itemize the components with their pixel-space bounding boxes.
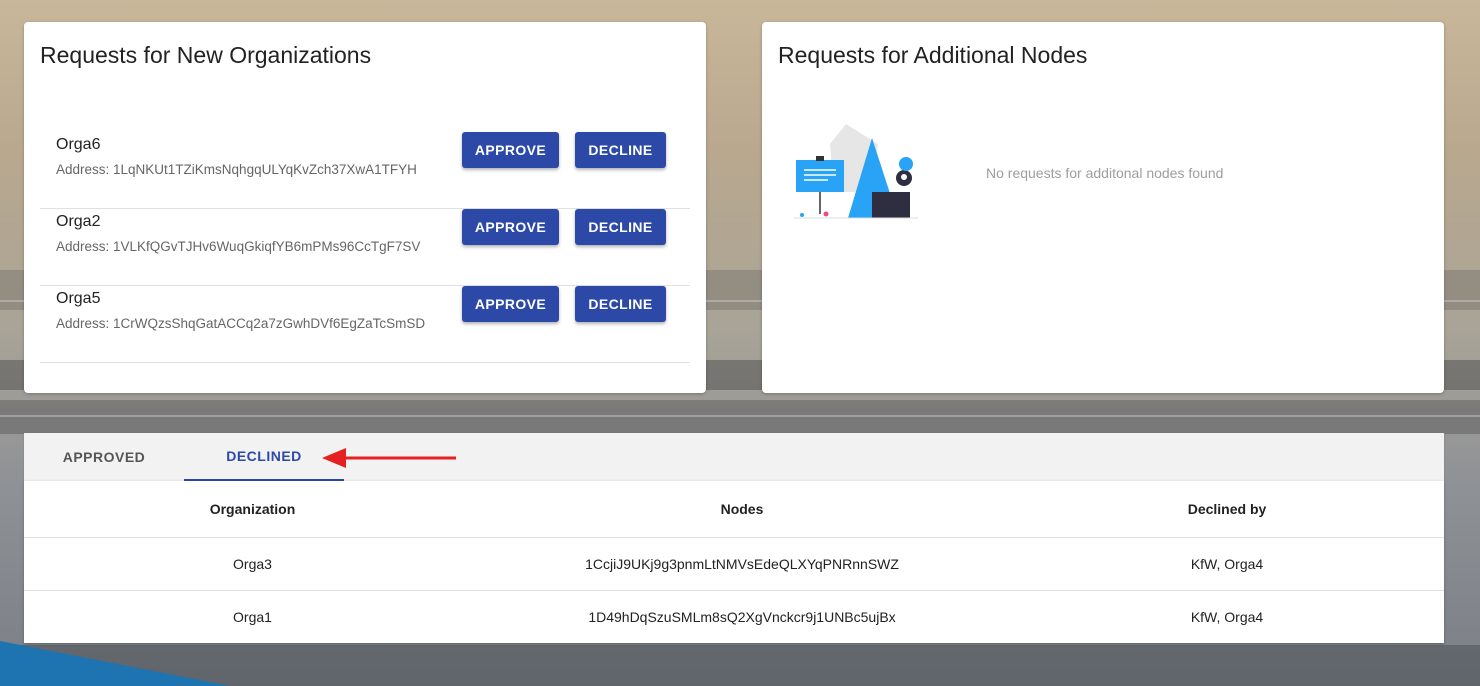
organization-request-row: Orga5 Address: 1CrWQzsShqGatACCq2a7zGwhD… bbox=[40, 286, 690, 363]
no-requests-message: No requests for additonal nodes found bbox=[986, 165, 1224, 181]
additional-nodes-title: Requests for Additional Nodes bbox=[778, 42, 1088, 68]
organization-request-row: Orga6 Address: 1LqNKUt1TZiKmsNqhgqULYqKv… bbox=[40, 132, 690, 209]
organization-address: Address: 1VLKfQGvTJHv6WuqGkiqfYB6mPMs96C… bbox=[56, 239, 421, 254]
header-organization: Organization bbox=[209, 501, 296, 517]
organization-request-list: Orga6 Address: 1LqNKUt1TZiKmsNqhgqULYqKv… bbox=[40, 132, 690, 363]
approve-button[interactable]: APPROVE bbox=[462, 209, 559, 245]
approve-button[interactable]: APPROVE bbox=[462, 286, 559, 322]
table-row: Orga3 1CcjiJ9UKj9g3pnmLtNMVsEdeQLXYqPNRn… bbox=[24, 538, 1444, 591]
new-organizations-title: Requests for New Organizations bbox=[40, 42, 372, 68]
organization-request-row: Orga2 Address: 1VLKfQGvTJHv6WuqGkiqfYB6m… bbox=[40, 209, 690, 286]
approve-button[interactable]: APPROVE bbox=[462, 132, 559, 168]
red-arrow-annotation-icon bbox=[322, 448, 456, 468]
decline-button[interactable]: DECLINE bbox=[575, 132, 666, 168]
empty-state-illustration-icon bbox=[794, 124, 918, 219]
organization-name: Orga5 bbox=[56, 290, 101, 307]
table-row: Orga1 1D49hDqSzuSMLm8sQ2XgVnckcr9j1UNBc5… bbox=[24, 591, 1444, 643]
decline-button[interactable]: DECLINE bbox=[575, 209, 666, 245]
tab-approved[interactable]: APPROVED bbox=[24, 433, 184, 481]
table-header-row: Organization Nodes Declined by bbox=[24, 481, 1444, 538]
new-organizations-card: Requests for New Organizations Orga6 Add… bbox=[24, 22, 706, 393]
status-tabs: APPROVED DECLINED bbox=[24, 433, 1444, 481]
nodes-cell: 1D49hDqSzuSMLm8sQ2XgVnckcr9j1UNBc5ujBx bbox=[588, 609, 896, 625]
organization-cell: Orga1 bbox=[233, 609, 272, 625]
header-nodes: Nodes bbox=[720, 501, 764, 517]
decline-button[interactable]: DECLINE bbox=[575, 286, 666, 322]
organization-cell: Orga3 bbox=[233, 556, 272, 572]
organization-address: Address: 1CrWQzsShqGatACCq2a7zGwhDVf6EgZ… bbox=[56, 316, 426, 331]
header-declined-by: Declined by bbox=[1187, 501, 1267, 517]
organization-name: Orga2 bbox=[56, 213, 101, 230]
declined-table: Organization Nodes Declined by Orga3 1Cc… bbox=[24, 481, 1444, 643]
nodes-cell: 1CcjiJ9UKj9g3pnmLtNMVsEdeQLXYqPNRnnSWZ bbox=[585, 556, 899, 572]
declined-by-cell: KfW, Orga4 bbox=[1190, 556, 1264, 572]
organization-name: Orga6 bbox=[56, 136, 101, 153]
declined-by-cell: KfW, Orga4 bbox=[1190, 609, 1264, 625]
organization-address: Address: 1LqNKUt1TZiKmsNqhgqULYqKvZch37X… bbox=[56, 162, 417, 177]
additional-nodes-card: Requests for Additional Nodes No request… bbox=[762, 22, 1444, 393]
